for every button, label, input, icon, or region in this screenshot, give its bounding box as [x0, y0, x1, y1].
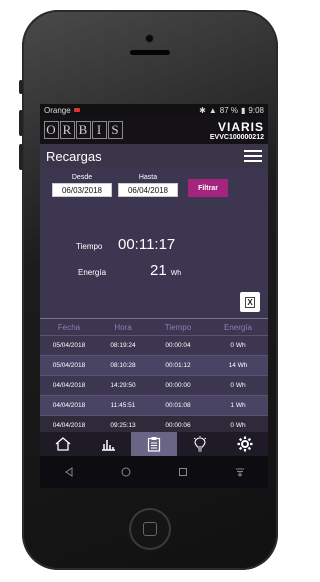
- tiempo-value: 00:11:17: [118, 236, 176, 253]
- tab-statistics[interactable]: [86, 432, 132, 456]
- home-icon: [55, 437, 71, 451]
- cell-tiempo: 00:01:08: [165, 402, 191, 409]
- table-header: Fecha Hora Tiempo Energía: [40, 318, 268, 335]
- cell-energia: 1 Wh: [230, 402, 246, 409]
- cell-fecha: 04/04/2018: [52, 402, 86, 409]
- carrier-name: Orange: [44, 105, 71, 115]
- cell-hora: 09:25:13: [110, 422, 136, 429]
- cell-energia: 0 Wh: [230, 422, 246, 429]
- cell-fecha: 05/04/2018: [52, 342, 86, 349]
- clipboard-icon: [147, 437, 161, 452]
- energia-label: Energía: [78, 268, 107, 277]
- cell-hora: 11:45:51: [110, 402, 136, 409]
- hasta-label: Hasta: [138, 174, 158, 181]
- cell-hora: 08:10:28: [110, 362, 136, 369]
- desde-date-input[interactable]: [52, 183, 112, 197]
- bar-chart-icon: [102, 440, 116, 451]
- export-excel-button[interactable]: X: [240, 292, 260, 312]
- table-row[interactable]: 04/04/2018 11:45:51 00:01:08 1 Wh: [40, 395, 268, 415]
- front-camera: [146, 35, 153, 42]
- energia-metric: Energía 21 Wh: [78, 262, 181, 279]
- clock: 9:08: [248, 105, 264, 115]
- status-bar: Orange ✱ ▲ 87 % ▮ 9:08: [40, 104, 268, 116]
- physical-home-button[interactable]: [131, 510, 169, 548]
- mail-notification-icon: [73, 108, 80, 112]
- page-title: Recargas: [46, 148, 102, 164]
- cell-energia: 14 Wh: [228, 362, 248, 369]
- bluetooth-icon: ✱: [199, 105, 206, 115]
- cell-fecha: 04/04/2018: [52, 422, 86, 429]
- energia-value: 21: [150, 262, 167, 279]
- tab-settings[interactable]: [222, 432, 268, 456]
- battery-level: 87 %: [219, 105, 239, 115]
- android-nav-bar: [40, 456, 268, 488]
- volume-down-button: [19, 144, 23, 170]
- filter-button[interactable]: Filtrar: [188, 179, 228, 197]
- volume-up-button: [19, 110, 23, 136]
- tab-tips[interactable]: [177, 432, 223, 456]
- cell-fecha: 04/04/2018: [52, 382, 86, 389]
- gear-icon: [237, 436, 253, 452]
- desde-label: Desde: [71, 174, 93, 181]
- excel-icon: X: [245, 296, 255, 308]
- date-filter: Desde Hasta Filtrar: [52, 174, 228, 197]
- main-content: Desde Hasta Filtrar Tiempo 00:11:17 Ener…: [40, 168, 268, 429]
- app-screen: Orange ✱ ▲ 87 % ▮ 9:08 ORBIS VIARIS EVVC…: [40, 104, 268, 488]
- tab-recharges[interactable]: [131, 432, 177, 456]
- earpiece-speaker: [130, 50, 170, 55]
- brand-name: VIARIS: [217, 119, 264, 134]
- signal-icon: ▲: [208, 105, 217, 115]
- home-circle-icon[interactable]: [121, 467, 131, 477]
- table-row[interactable]: 05/04/2018 08:10:28 00:01:12 14 Wh: [40, 355, 268, 375]
- cell-tiempo: 00:01:12: [165, 362, 191, 369]
- column-header-tiempo: Tiempo: [164, 322, 192, 332]
- bottom-tab-bar: [40, 432, 268, 456]
- hasta-date-input[interactable]: [118, 183, 178, 197]
- cell-energia: 0 Wh: [230, 382, 246, 389]
- recharges-table: Fecha Hora Tiempo Energía 05/04/2018 08:1…: [40, 318, 268, 435]
- recents-icon[interactable]: [178, 467, 188, 477]
- cell-tiempo: 00:00:00: [165, 382, 191, 389]
- title-bar: Recargas: [40, 144, 268, 168]
- column-header-energia: Energía: [223, 322, 253, 332]
- column-header-hora: Hora: [114, 322, 132, 332]
- tab-home[interactable]: [40, 432, 86, 456]
- notification-icon[interactable]: [235, 467, 245, 477]
- menu-icon[interactable]: [244, 150, 262, 162]
- tiempo-label: Tiempo: [76, 242, 103, 251]
- column-header-fecha: Fecha: [57, 322, 81, 332]
- back-icon[interactable]: [64, 467, 74, 477]
- device-id: EVVC100000212: [209, 133, 264, 141]
- battery-icon: ▮: [241, 105, 246, 115]
- cell-hora: 14:29:50: [110, 382, 136, 389]
- cell-fecha: 05/04/2018: [52, 362, 86, 369]
- cell-energia: 0 Wh: [230, 342, 246, 349]
- table-row[interactable]: 04/04/2018 14:29:50 00:00:00 0 Wh: [40, 375, 268, 395]
- lightbulb-icon: [193, 436, 206, 452]
- orbis-logo: ORBIS: [44, 121, 124, 139]
- tiempo-metric: Tiempo 00:11:17: [76, 236, 175, 253]
- mute-switch: [19, 80, 23, 94]
- cell-tiempo: 00:00:04: [165, 342, 191, 349]
- cell-hora: 08:19:24: [110, 342, 136, 349]
- energia-unit: Wh: [170, 270, 182, 277]
- cell-tiempo: 00:00:06: [165, 422, 191, 429]
- table-row[interactable]: 05/04/2018 08:19:24 00:00:04 0 Wh: [40, 335, 268, 355]
- brand-header: ORBIS VIARIS EVVC100000212: [40, 116, 268, 144]
